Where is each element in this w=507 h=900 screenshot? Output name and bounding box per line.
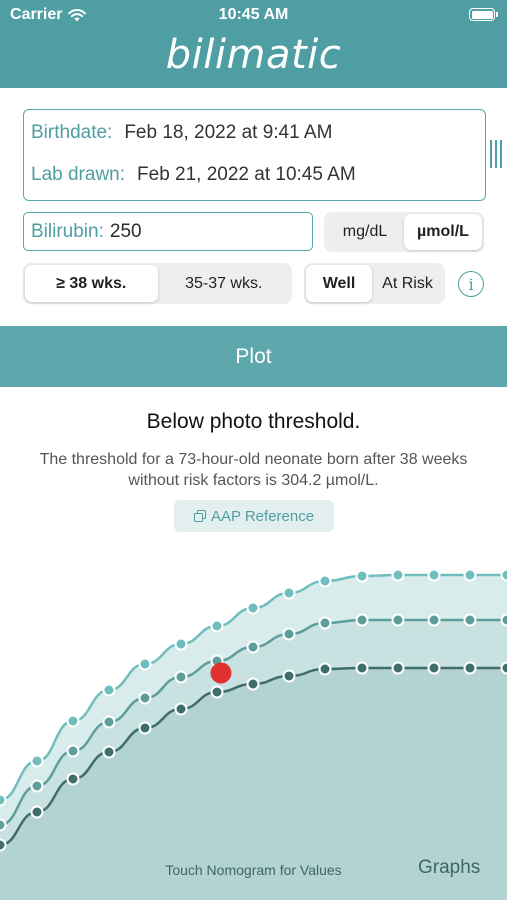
units-option-mgdl[interactable]: mg/dL [326,214,404,250]
threshold-point-upper-9 [318,574,332,588]
patient-point [210,662,232,684]
units-segmented-control: mg/dL µmol/L [324,212,484,252]
threshold-point-middle-10 [355,613,369,627]
threshold-point-lower-8 [282,669,296,683]
threshold-point-middle-0 [0,818,7,832]
aap-reference-label: AAP Reference [210,507,315,525]
threshold-point-middle-11 [391,613,405,627]
threshold-point-lower-9 [318,662,332,676]
threshold-point-upper-7 [246,601,260,615]
threshold-point-upper-0 [0,793,7,807]
nomogram-chart[interactable] [0,540,507,900]
status-bar: Carrier 10:45 AM [0,0,507,30]
threshold-point-middle-9 [318,616,332,630]
threshold-point-middle-14 [500,613,507,627]
battery-icon [469,8,498,21]
app-header: Carrier 10:45 AM bilimatic [0,0,507,88]
threshold-point-middle-1 [30,779,44,793]
threshold-point-middle-12 [427,613,441,627]
units-option-umol[interactable]: µmol/L [404,214,482,250]
aap-reference-button[interactable]: AAP Reference [174,500,334,532]
threshold-point-middle-5 [174,670,188,684]
plot-button[interactable]: Plot [0,326,507,387]
threshold-point-upper-4 [138,657,152,671]
lab-drawn-label: Lab drawn: [31,164,126,185]
birthdate-value[interactable]: Feb 18, 2022 at 9:41 AM [124,122,332,144]
threshold-point-lower-13 [463,661,477,675]
threshold-point-middle-13 [463,613,477,627]
threshold-point-lower-2 [66,772,80,786]
threshold-point-lower-11 [391,661,405,675]
copy-icon [193,510,206,522]
lab-drawn-row[interactable]: Lab drawn: Feb 21, 2022 at 10:45 AM [31,164,356,186]
birthdate-label: Birthdate: [31,122,113,143]
threshold-point-middle-3 [102,715,116,729]
gestation-option-35-37[interactable]: 35-37 wks. [158,265,291,302]
birthdate-row[interactable]: Birthdate: Feb 18, 2022 at 9:41 AM [31,122,332,144]
risk-option-at-risk[interactable]: At Risk [372,265,443,302]
threshold-point-upper-13 [463,568,477,582]
graphs-button[interactable]: Graphs [418,857,480,879]
threshold-point-upper-11 [391,568,405,582]
threshold-point-lower-1 [30,805,44,819]
threshold-point-upper-5 [174,637,188,651]
threshold-point-lower-0 [0,838,7,852]
threshold-point-upper-6 [210,619,224,633]
result-description: The threshold for a 73-hour-old neonate … [39,451,468,489]
threshold-point-upper-3 [102,683,116,697]
threshold-point-lower-10 [355,661,369,675]
threshold-point-middle-4 [138,691,152,705]
threshold-point-middle-7 [246,640,260,654]
threshold-point-upper-1 [30,754,44,768]
threshold-point-upper-8 [282,586,296,600]
threshold-point-upper-10 [355,569,369,583]
threshold-point-lower-12 [427,661,441,675]
bilirubin-field[interactable]: Bilirubin: 250 [23,212,313,251]
bilirubin-value[interactable]: 250 [110,221,142,243]
threshold-point-lower-14 [500,661,507,675]
gestation-segmented-control: ≥ 38 wks. 35-37 wks. [23,263,292,304]
gestation-option-38-plus[interactable]: ≥ 38 wks. [25,265,158,302]
lab-drawn-value[interactable]: Feb 21, 2022 at 10:45 AM [137,164,356,186]
result-title: Below photo threshold. [146,410,361,433]
risk-option-well[interactable]: Well [306,265,372,302]
drag-handle-icon[interactable] [490,140,504,168]
dates-panel: Birthdate: Feb 18, 2022 at 9:41 AM Lab d… [23,109,486,201]
app-title: bilimatic [165,32,342,78]
status-time: 10:45 AM [218,6,289,23]
threshold-point-lower-6 [210,685,224,699]
threshold-point-upper-2 [66,714,80,728]
threshold-point-lower-5 [174,702,188,716]
threshold-point-lower-7 [246,677,260,691]
threshold-point-upper-12 [427,568,441,582]
bilirubin-label: Bilirubin: [31,220,104,242]
info-icon[interactable]: i [458,271,484,297]
threshold-point-lower-3 [102,745,116,759]
threshold-point-middle-2 [66,744,80,758]
risk-segmented-control: Well At Risk [304,263,445,304]
threshold-point-middle-8 [282,627,296,641]
threshold-point-upper-14 [500,568,507,582]
threshold-point-lower-4 [138,721,152,735]
